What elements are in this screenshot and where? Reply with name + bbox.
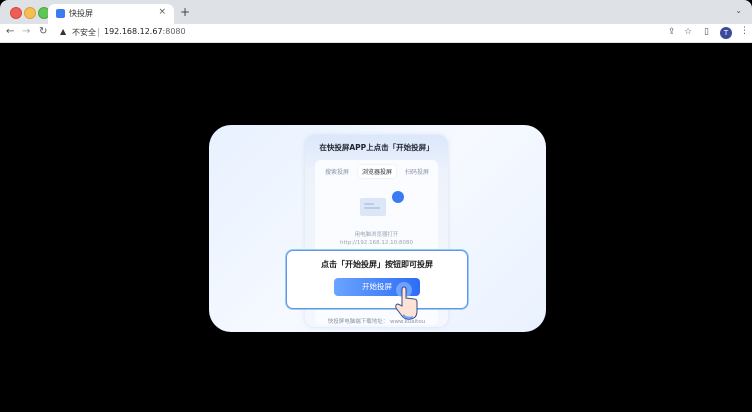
tab-title: 快投屏 [69,9,93,18]
minimize-window-button[interactable] [24,7,36,19]
pointing-hand-icon [395,282,418,320]
segment-scan-cast: 扫码投屏 [405,169,430,176]
browser-tab[interactable]: 快投屏 × [48,4,174,24]
segment-search-cast: 搜索投屏 [325,169,350,176]
tab-search-chevron-icon[interactable]: ⌄ [735,6,742,15]
popup-text: 点击「开始投屏」按钮即可投屏 [321,260,433,269]
security-label[interactable]: 不安全 [72,27,96,38]
profile-avatar[interactable]: T [720,27,732,39]
share-icon[interactable]: ⇪ [668,27,676,37]
cast-guide-card: 在快投屏APP上点击「开始投屏」 搜索投屏 浏览器投屏 扫码投屏 用电脑浏览器打… [209,125,546,332]
menu-icon[interactable]: ⋮ [740,26,749,36]
forward-icon[interactable]: → [22,26,30,37]
browser-window: 快投屏 × + ⌄ ← → ↻ ▲ 不安全 192.168.12.67:8080… [0,0,752,412]
reload-icon[interactable]: ↻ [39,26,47,37]
url-text[interactable]: 192.168.12.67:8080 [104,27,186,36]
address-toolbar: ← → ↻ ▲ 不安全 192.168.12.67:8080 ⇪ ☆ ▯ T ⋮ [0,24,752,43]
bookmark-star-icon[interactable]: ☆ [684,27,692,37]
segment-browser-cast: 浏览器投屏 [358,165,397,178]
favicon-icon [56,9,65,18]
tab-close-icon[interactable]: × [158,7,166,17]
sidepanel-icon[interactable]: ▯ [704,27,709,37]
start-cast-popup: 点击「开始投屏」按钮即可投屏 开始投屏 [286,250,468,309]
close-window-button[interactable] [10,7,22,19]
warning-icon[interactable]: ▲ [60,27,66,36]
download-footer: 快投屏电脑端下载地址： www.kuaitou [327,319,426,325]
back-icon[interactable]: ← [6,26,14,37]
new-tab-button[interactable]: + [180,5,190,19]
omnibox[interactable]: ▲ 不安全 192.168.12.67:8080 [58,26,664,40]
browser-illustration-icon [360,191,404,216]
instruction-text: 用电脑浏览器打开 [354,232,399,238]
instruction-url: http://192.168.12.10:8080 [340,240,413,246]
omnibox-separator [98,28,99,37]
title-bar: 快投屏 × + ⌄ [0,0,752,24]
phone-title: 在快投屏APP上点击「开始投屏」 [319,143,434,152]
